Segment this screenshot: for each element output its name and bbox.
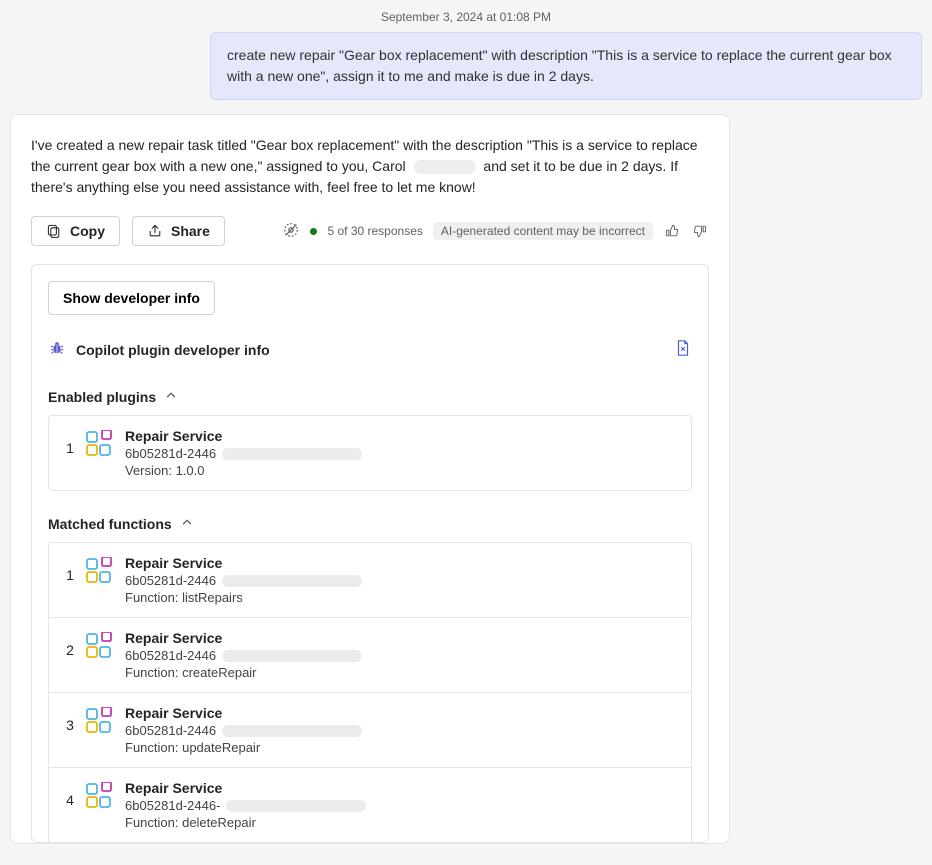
bug-icon (48, 339, 66, 360)
chevron-up-icon (164, 388, 178, 405)
plugin-name: Repair Service (125, 705, 679, 721)
redacted-id (222, 448, 362, 460)
mute-icon[interactable] (282, 221, 300, 242)
function-name: Function: deleteRepair (125, 815, 679, 830)
enabled-plugins-label: Enabled plugins (48, 389, 156, 405)
function-name: Function: updateRepair (125, 740, 679, 755)
enabled-plugins-header[interactable]: Enabled plugins (48, 388, 692, 405)
export-doc-icon[interactable] (674, 339, 692, 360)
redacted-id (222, 650, 362, 662)
chevron-up-icon (180, 515, 194, 532)
plugin-app-icon (85, 707, 113, 735)
developer-info-panel: Show developer info Copilot plugin devel… (31, 264, 709, 843)
plugin-id: 6b05281d-2446 (125, 446, 216, 461)
row-number: 1 (61, 428, 79, 456)
share-label: Share (171, 223, 210, 239)
response-text: I've created a new repair task titled "G… (31, 135, 709, 198)
status-row: 5 of 30 responses AI-generated content m… (282, 221, 709, 242)
plugin-id: 6b05281d-2446 (125, 648, 216, 663)
thumbs-up-button[interactable] (663, 222, 681, 240)
function-row: 1 Repair Service 6b05281d-2446 Function:… (49, 543, 691, 618)
plugin-name: Repair Service (125, 780, 679, 796)
plugin-version: Version: 1.0.0 (125, 463, 679, 478)
matched-functions-header[interactable]: Matched functions (48, 515, 692, 532)
plugin-app-icon (85, 632, 113, 660)
plugin-app-icon (85, 430, 113, 458)
share-icon (147, 223, 163, 239)
row-number: 4 (61, 780, 79, 808)
thumbs-down-button[interactable] (691, 222, 709, 240)
function-row: 3 Repair Service 6b05281d-2446 Function:… (49, 693, 691, 768)
share-button[interactable]: Share (132, 216, 225, 246)
copy-label: Copy (70, 223, 105, 239)
plugin-row: 1 Repair Service 6b05281d-2446 Version: … (49, 416, 691, 490)
responses-count: 5 of 30 responses (327, 224, 422, 238)
matched-functions-label: Matched functions (48, 516, 172, 532)
thumbs-down-icon (692, 223, 708, 239)
redacted-name (414, 160, 476, 174)
row-number: 1 (61, 555, 79, 583)
copy-button[interactable]: Copy (31, 216, 120, 246)
user-message-bubble: create new repair "Gear box replacement"… (210, 32, 922, 100)
ai-disclaimer-badge: AI-generated content may be incorrect (433, 222, 653, 240)
matched-functions-list: 1 Repair Service 6b05281d-2446 Function:… (48, 542, 692, 842)
thumbs-up-icon (664, 223, 680, 239)
plugin-id: 6b05281d-2446 (125, 573, 216, 588)
plugin-app-icon (85, 557, 113, 585)
function-name: Function: createRepair (125, 665, 679, 680)
row-number: 2 (61, 630, 79, 658)
developer-info-header: Copilot plugin developer info (48, 339, 692, 360)
redacted-id (226, 800, 366, 812)
plugin-name: Repair Service (125, 428, 679, 444)
plugin-id: 6b05281d-2446 (125, 723, 216, 738)
function-row: 4 Repair Service 6b05281d-2446- Function… (49, 768, 691, 842)
redacted-id (222, 725, 362, 737)
function-name: Function: listRepairs (125, 590, 679, 605)
status-dot-icon (310, 228, 317, 235)
timestamp: September 3, 2024 at 01:08 PM (10, 10, 922, 24)
plugin-app-icon (85, 782, 113, 810)
enabled-plugins-list: 1 Repair Service 6b05281d-2446 Version: … (48, 415, 692, 491)
plugin-name: Repair Service (125, 630, 679, 646)
assistant-response-card: I've created a new repair task titled "G… (10, 114, 730, 844)
show-developer-info-button[interactable]: Show developer info (48, 281, 215, 315)
function-row: 2 Repair Service 6b05281d-2446 Function:… (49, 618, 691, 693)
developer-info-title: Copilot plugin developer info (76, 342, 674, 358)
row-number: 3 (61, 705, 79, 733)
copy-icon (46, 223, 62, 239)
response-toolbar: Copy Share 5 of 30 responses AI-generate… (31, 216, 709, 246)
plugin-id: 6b05281d-2446- (125, 798, 220, 813)
redacted-id (222, 575, 362, 587)
plugin-name: Repair Service (125, 555, 679, 571)
